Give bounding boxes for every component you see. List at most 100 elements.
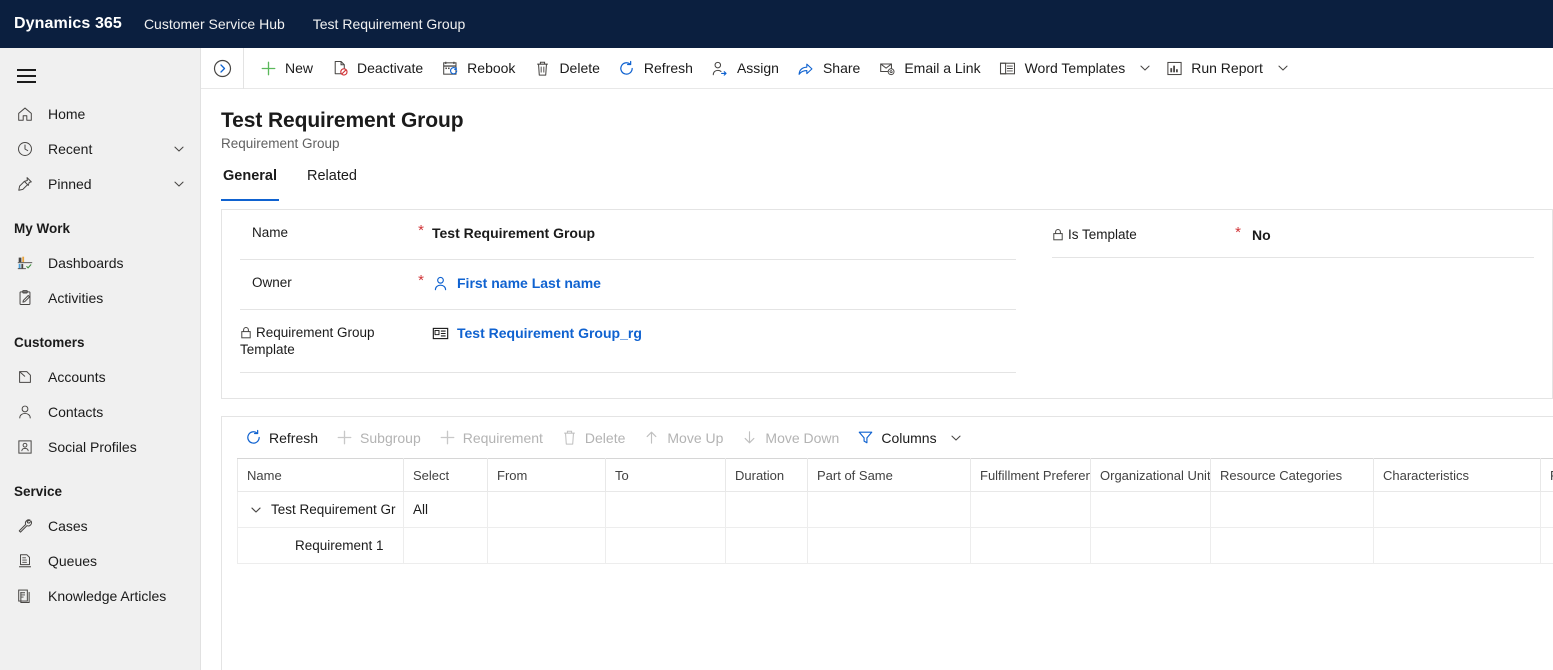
sidebar-item-recent[interactable]: Recent (0, 131, 200, 166)
command-word-templates-button[interactable]: Word Templates (990, 48, 1135, 89)
field-value[interactable]: First name Last name (432, 273, 601, 292)
sidebar-item-cases[interactable]: Cases (0, 508, 200, 543)
command-assign-button[interactable]: Assign (702, 48, 788, 89)
pin-icon (14, 173, 36, 195)
row-name-cell[interactable]: Requirement 1 (237, 527, 404, 564)
table-cell[interactable] (1373, 527, 1541, 564)
command-delete-button[interactable]: Delete (524, 48, 608, 89)
sidebar-item-activities[interactable]: Activities (0, 280, 200, 315)
table-body: Test Requirement Gr All Requirement 1 (237, 491, 1553, 564)
column-header-pr[interactable]: Pr (1540, 458, 1553, 492)
form-column-left: Name * Test Requirement Group Owner * First n… (222, 210, 1034, 398)
site-map-navigation: Home Recent Pinned My Work Dashboards Activi… (0, 48, 201, 670)
column-header-duration[interactable]: Duration (725, 458, 808, 492)
sidebar-item-queues[interactable]: Queues (0, 543, 200, 578)
table-cell[interactable] (487, 527, 606, 564)
row-name-cell[interactable]: Test Requirement Gr (237, 491, 404, 528)
table-cell[interactable] (605, 491, 726, 528)
chevron-down-icon[interactable] (1134, 48, 1156, 89)
table-cell[interactable] (970, 527, 1091, 564)
sidebar-item-contacts[interactable]: Contacts (0, 394, 200, 429)
table-cell[interactable] (1090, 527, 1211, 564)
table-cell[interactable] (1090, 491, 1211, 528)
sidebar-item-knowledge-articles[interactable]: Knowledge Articles (0, 578, 200, 613)
table-cell[interactable] (403, 527, 488, 564)
filter-icon (857, 429, 874, 446)
command-run-report-button[interactable]: Run Report (1156, 48, 1272, 89)
expand-chevron-icon[interactable] (247, 501, 264, 518)
sidebar-item-label: Recent (48, 140, 93, 157)
account-icon (14, 366, 36, 388)
chevron-down-icon[interactable] (1272, 48, 1294, 89)
table-cell[interactable] (487, 491, 606, 528)
table-cell[interactable] (1373, 491, 1541, 528)
column-header-characteristics[interactable]: Characteristics (1373, 458, 1541, 492)
sidebar-item-home[interactable]: Home (0, 96, 200, 131)
record-card-icon (432, 325, 449, 342)
table-cell[interactable] (1540, 491, 1553, 528)
sidebar-item-dashboards[interactable]: Dashboards (0, 245, 200, 280)
column-header-to[interactable]: To (605, 458, 726, 492)
form-field-requirement-group-template: Requirement Group Template Test Requireme… (240, 310, 1016, 373)
command-deactivate-button[interactable]: Deactivate (322, 48, 432, 89)
field-label: Name (240, 223, 410, 241)
sidebar-item-accounts[interactable]: Accounts (0, 359, 200, 394)
hamburger-menu-icon[interactable] (4, 56, 48, 96)
breadcrumb-record-name[interactable]: Test Requirement Group (313, 16, 466, 32)
table-cell[interactable] (1210, 491, 1374, 528)
dashboard-icon (14, 252, 36, 274)
app-name-label[interactable]: Customer Service Hub (144, 16, 285, 32)
field-label-text: Name (252, 225, 289, 240)
subgrid-columns-button[interactable]: Columns (848, 422, 945, 454)
command-email-a-link-button[interactable]: Email a Link (869, 48, 989, 89)
command-share-button[interactable]: Share (788, 48, 869, 89)
table-cell[interactable] (725, 491, 808, 528)
tab-related[interactable]: Related (305, 168, 359, 201)
table-cell[interactable] (1210, 527, 1374, 564)
column-header-part-of-same[interactable]: Part of Same (807, 458, 971, 492)
required-indicator: * (1235, 224, 1241, 241)
column-header-organizational-unit[interactable]: Organizational Unit (1090, 458, 1211, 492)
column-header-select[interactable]: Select (403, 458, 488, 492)
plus-icon (439, 429, 456, 446)
table-row[interactable]: Requirement 1 (237, 527, 1553, 564)
row-name-text: Requirement 1 (295, 538, 384, 553)
field-value[interactable]: No (1252, 225, 1271, 244)
brand-logo[interactable]: Dynamics 365 (14, 15, 122, 33)
table-cell[interactable] (970, 491, 1091, 528)
chevron-down-icon[interactable] (946, 422, 966, 454)
table-cell[interactable] (725, 527, 808, 564)
command-bar-buttons: New Deactivate Rebook Delete Refresh Assign Sh… (250, 48, 1294, 89)
subgrid-button-label: Move Up (667, 429, 724, 446)
column-header-name[interactable]: Name (237, 458, 404, 492)
table-cell[interactable]: All (403, 491, 488, 528)
column-header-resource-categories[interactable]: Resource Categories (1210, 458, 1374, 492)
column-header-from[interactable]: From (487, 458, 606, 492)
field-value[interactable]: Test Requirement Group (432, 223, 595, 242)
command-rebook-button[interactable]: Rebook (432, 48, 524, 89)
table-cell[interactable] (1540, 527, 1553, 564)
sidebar-item-pinned[interactable]: Pinned (0, 166, 200, 201)
clock-icon (14, 138, 36, 160)
table-cell[interactable] (807, 491, 971, 528)
column-header-fulfillment-preferenc[interactable]: Fulfillment Preferenc (970, 458, 1091, 492)
expand-panel-icon[interactable] (201, 48, 243, 89)
subgrid-refresh-button[interactable]: Refresh (236, 422, 327, 454)
sidebar-item-social-profiles[interactable]: Social Profiles (0, 429, 200, 464)
field-value-text: Test Requirement Group (432, 225, 596, 241)
command-label: Assign (736, 60, 779, 76)
field-value[interactable]: Test Requirement Group_rg (432, 323, 642, 342)
chevron-down-icon[interactable] (172, 142, 186, 156)
table-cell[interactable] (605, 527, 726, 564)
chevron-down-icon[interactable] (172, 177, 186, 191)
record-form-body: Test Requirement Group Requirement Group… (201, 89, 1553, 670)
table-cell[interactable] (807, 527, 971, 564)
general-form-section: Name * Test Requirement Group Owner * First n… (221, 209, 1553, 399)
command-new-button[interactable]: New (250, 48, 322, 89)
tab-general[interactable]: General (221, 168, 279, 201)
subgrid-toolbar: Refresh Subgroup Requirement Delete Move Up M… (222, 417, 1553, 458)
command-refresh-button[interactable]: Refresh (609, 48, 702, 89)
run-report-icon (1165, 59, 1183, 77)
table-row[interactable]: Test Requirement Gr All (237, 491, 1553, 528)
email-link-icon (878, 59, 896, 77)
